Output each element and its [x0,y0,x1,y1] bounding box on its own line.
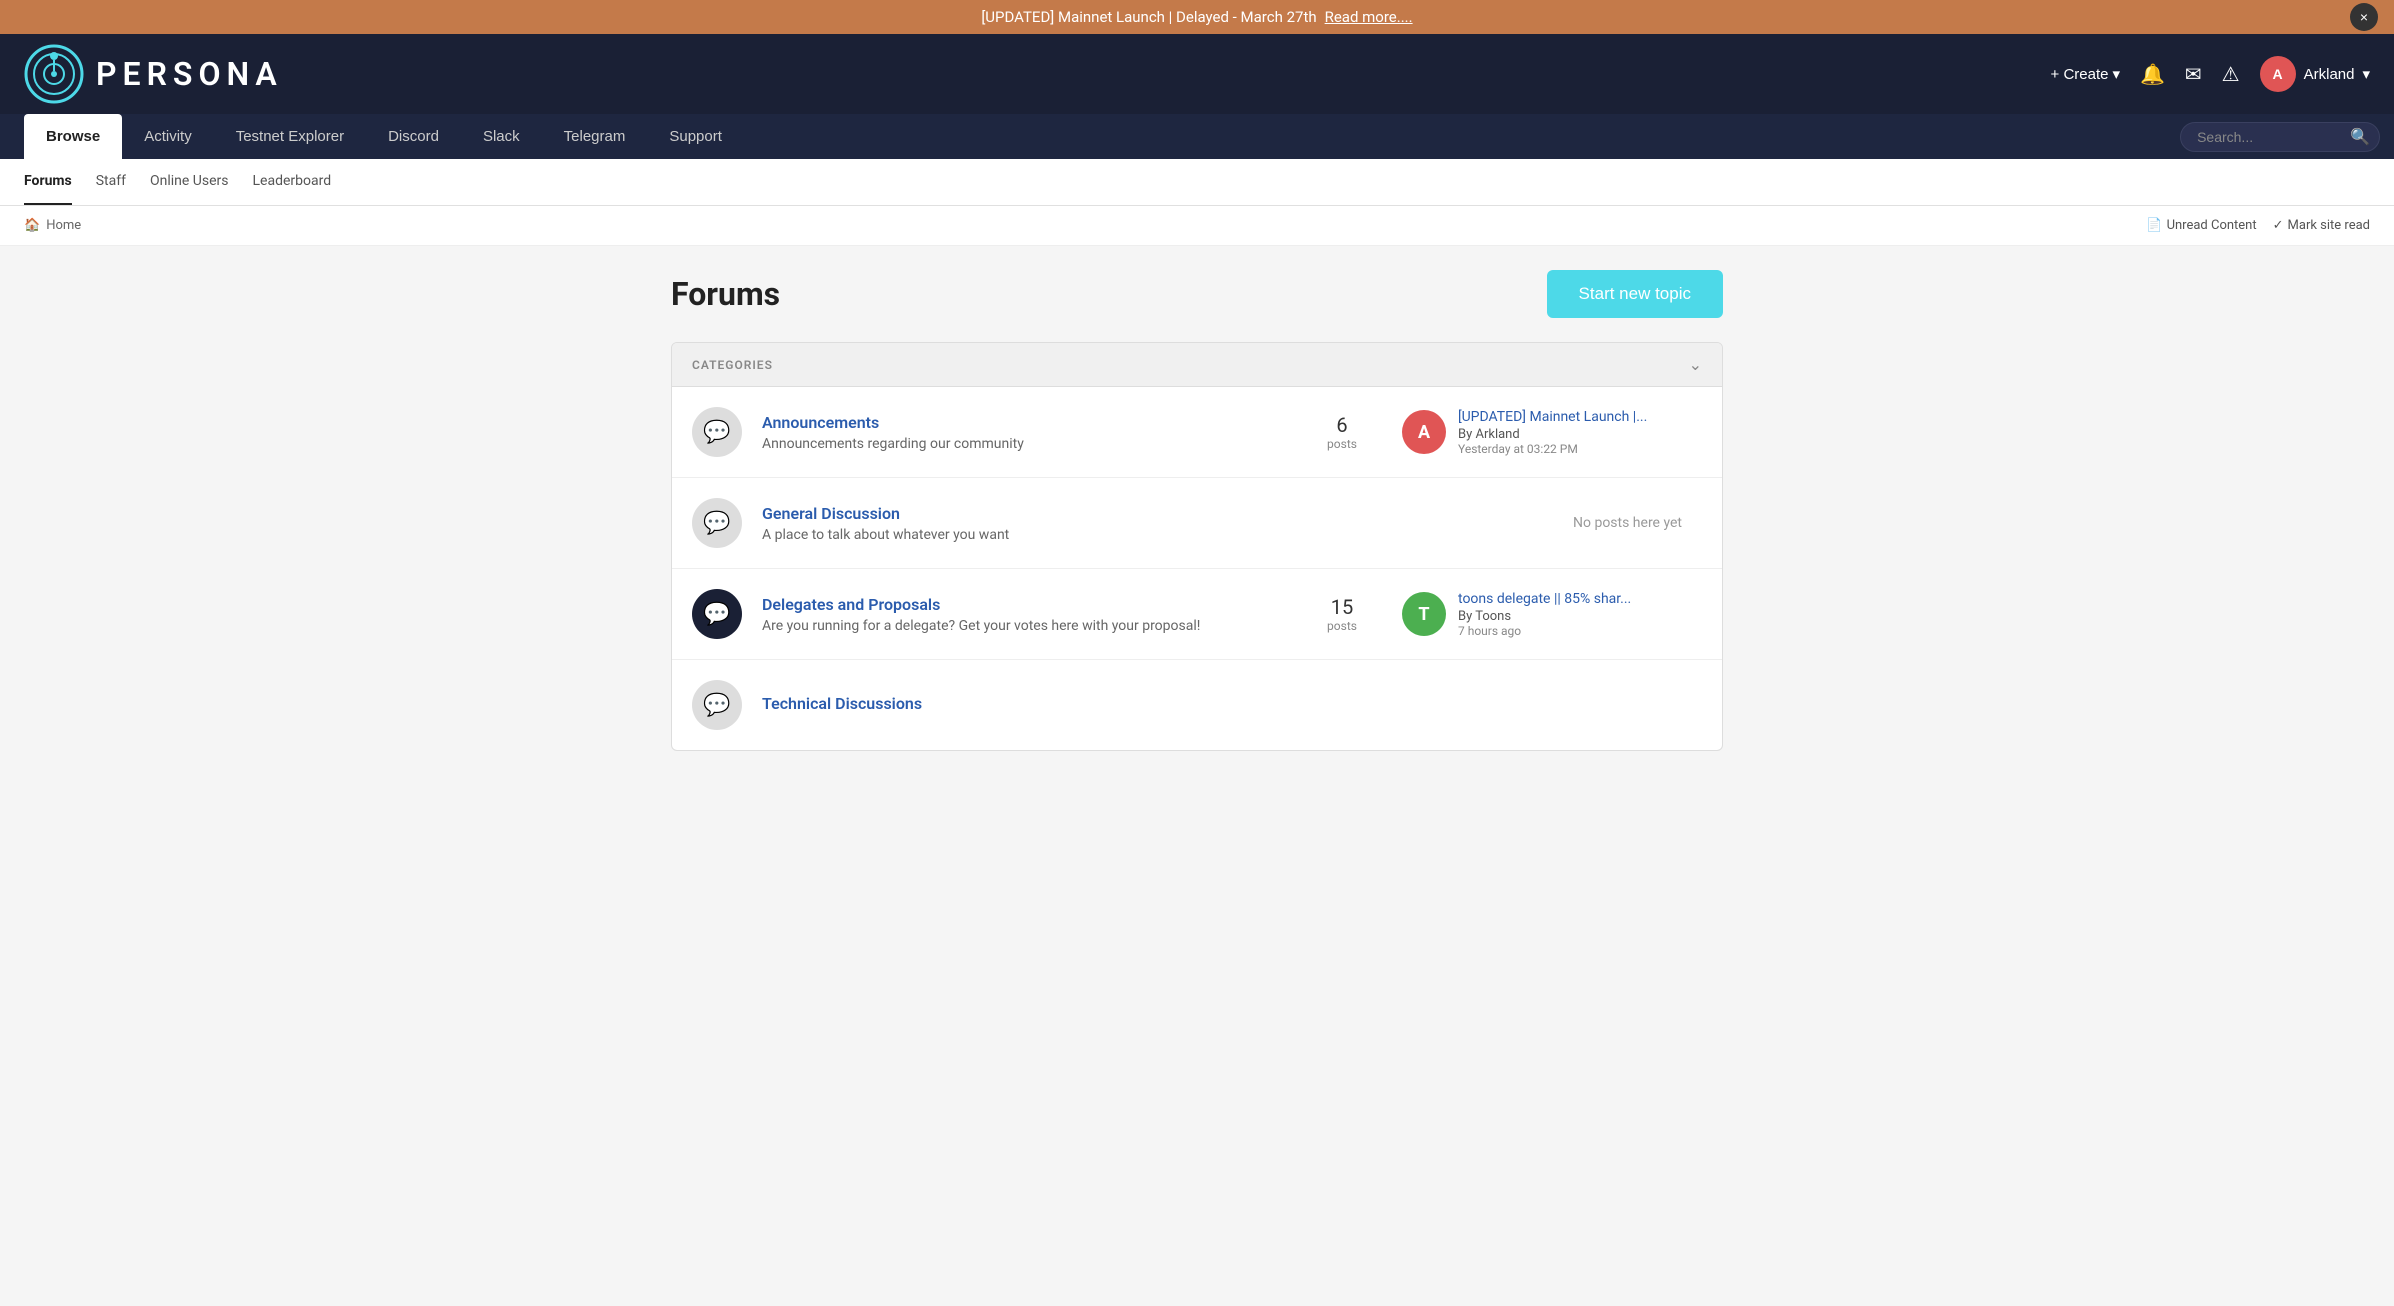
logo-text: PERSONA [96,55,283,93]
category-info-announcements: Announcements Announcements regarding ou… [762,413,1282,452]
bubble-icon: 💬 [703,511,730,536]
breadcrumb-bar: 🏠 Home 📄 Unread Content ✓ Mark site read [0,206,2394,246]
unread-content-link[interactable]: 📄 Unread Content [2146,218,2256,233]
category-posts-delegates: 15 posts [1302,595,1382,633]
categories-header: CATEGORIES ⌄ [672,343,1722,387]
subnav-item-forums[interactable]: Forums [24,159,72,205]
latest-time: Yesterday at 03:22 PM [1458,442,1647,456]
latest-title[interactable]: toons delegate || 85% shar... [1458,591,1631,607]
category-desc-general: A place to talk about whatever you want [762,527,1282,543]
latest-info: toons delegate || 85% shar... By Toons 7… [1458,591,1631,638]
alerts-button[interactable]: ⚠ [2222,62,2240,87]
logo: PERSONA [24,44,283,104]
page-header: Forums Start new topic [671,270,1723,318]
category-desc-delegates: Are you running for a delegate? Get your… [762,618,1282,634]
start-new-topic-button[interactable]: Start new topic [1547,270,1723,318]
tab-support[interactable]: Support [647,114,744,159]
messages-button[interactable]: ✉ [2185,62,2202,87]
page-title: Forums [671,275,780,313]
tab-browse[interactable]: Browse [24,114,122,159]
subnav-item-online-users[interactable]: Online Users [150,159,229,205]
category-info-delegates: Delegates and Proposals Are you running … [762,595,1282,634]
category-row: 💬 Technical Discussions [672,660,1722,750]
no-posts-general: No posts here yet [1402,515,1702,531]
tab-discord[interactable]: Discord [366,114,461,159]
announcement-banner: [UPDATED] Mainnet Launch | Delayed - Mar… [0,0,2394,34]
category-row: 💬 General Discussion A place to talk abo… [672,478,1722,569]
category-row: 💬 Delegates and Proposals Are you runnin… [672,569,1722,660]
bubble-icon: 💬 [703,693,730,718]
logo-icon [24,44,84,104]
latest-author: By Toons [1458,609,1631,624]
notifications-button[interactable]: 🔔 [2140,62,2165,87]
category-latest-announcements: A [UPDATED] Mainnet Launch |... By Arkla… [1402,409,1702,456]
mark-site-read-link[interactable]: ✓ Mark site read [2273,218,2370,233]
main-header: PERSONA + Create ▾ 🔔 ✉ ⚠ A Arkland ▾ [0,34,2394,114]
posts-label: posts [1302,619,1382,633]
sub-navbar: Forums Staff Online Users Leaderboard [0,159,2394,206]
categories-title: CATEGORIES [692,358,773,372]
latest-author: By Arkland [1458,427,1647,442]
category-name-technical[interactable]: Technical Discussions [762,694,1282,713]
tab-testnet-explorer[interactable]: Testnet Explorer [214,114,366,159]
category-desc-announcements: Announcements regarding our community [762,436,1282,452]
check-icon: ✓ [2273,218,2284,233]
category-icon-general: 💬 [692,498,742,548]
breadcrumb-actions: 📄 Unread Content ✓ Mark site read [2146,218,2370,233]
header-actions: + Create ▾ 🔔 ✉ ⚠ A Arkland ▾ [2051,56,2370,92]
category-icon-delegates: 💬 [692,589,742,639]
category-name-announcements[interactable]: Announcements [762,413,1282,432]
banner-close-button[interactable]: × [2350,3,2378,31]
breadcrumb: 🏠 Home [24,218,81,233]
create-button[interactable]: + Create ▾ [2051,65,2120,83]
search-button[interactable]: 🔍 [2350,127,2370,147]
category-name-general[interactable]: General Discussion [762,504,1282,523]
bubble-icon: 💬 [703,602,730,627]
latest-time: 7 hours ago [1458,624,1631,638]
latest-info: [UPDATED] Mainnet Launch |... By Arkland… [1458,409,1647,456]
category-info-technical: Technical Discussions [762,694,1282,717]
latest-avatar: A [1402,410,1446,454]
category-icon-technical: 💬 [692,680,742,730]
page-content: Forums Start new topic CATEGORIES ⌄ 💬 An… [647,246,1747,775]
banner-read-more[interactable]: Read more.... [1325,8,1413,26]
banner-text: [UPDATED] Mainnet Launch | Delayed - Mar… [981,8,1316,26]
avatar: A [2260,56,2296,92]
unread-icon: 📄 [2146,218,2162,233]
tab-activity[interactable]: Activity [122,114,214,159]
posts-count: 6 [1302,413,1382,437]
latest-title[interactable]: [UPDATED] Mainnet Launch |... [1458,409,1647,425]
home-icon: 🏠 [24,218,40,233]
tab-telegram[interactable]: Telegram [542,114,648,159]
collapse-icon[interactable]: ⌄ [1689,355,1702,374]
tab-slack[interactable]: Slack [461,114,542,159]
posts-label: posts [1302,437,1382,451]
category-info-general: General Discussion A place to talk about… [762,504,1282,543]
breadcrumb-home[interactable]: Home [46,218,81,233]
category-posts-announcements: 6 posts [1302,413,1382,451]
subnav-item-staff[interactable]: Staff [96,159,126,205]
search-container: 🔍 [2180,122,2370,152]
latest-avatar: T [1402,592,1446,636]
category-row: 💬 Announcements Announcements regarding … [672,387,1722,478]
categories-container: CATEGORIES ⌄ 💬 Announcements Announcemen… [671,342,1723,751]
user-menu-button[interactable]: A Arkland ▾ [2260,56,2370,92]
bubble-icon: 💬 [703,420,730,445]
subnav-item-leaderboard[interactable]: Leaderboard [252,159,331,205]
category-icon-announcements: 💬 [692,407,742,457]
posts-count: 15 [1302,595,1382,619]
category-name-delegates[interactable]: Delegates and Proposals [762,595,1282,614]
main-navbar: Browse Activity Testnet Explorer Discord… [0,114,2394,159]
category-latest-delegates: T toons delegate || 85% shar... By Toons… [1402,591,1702,638]
